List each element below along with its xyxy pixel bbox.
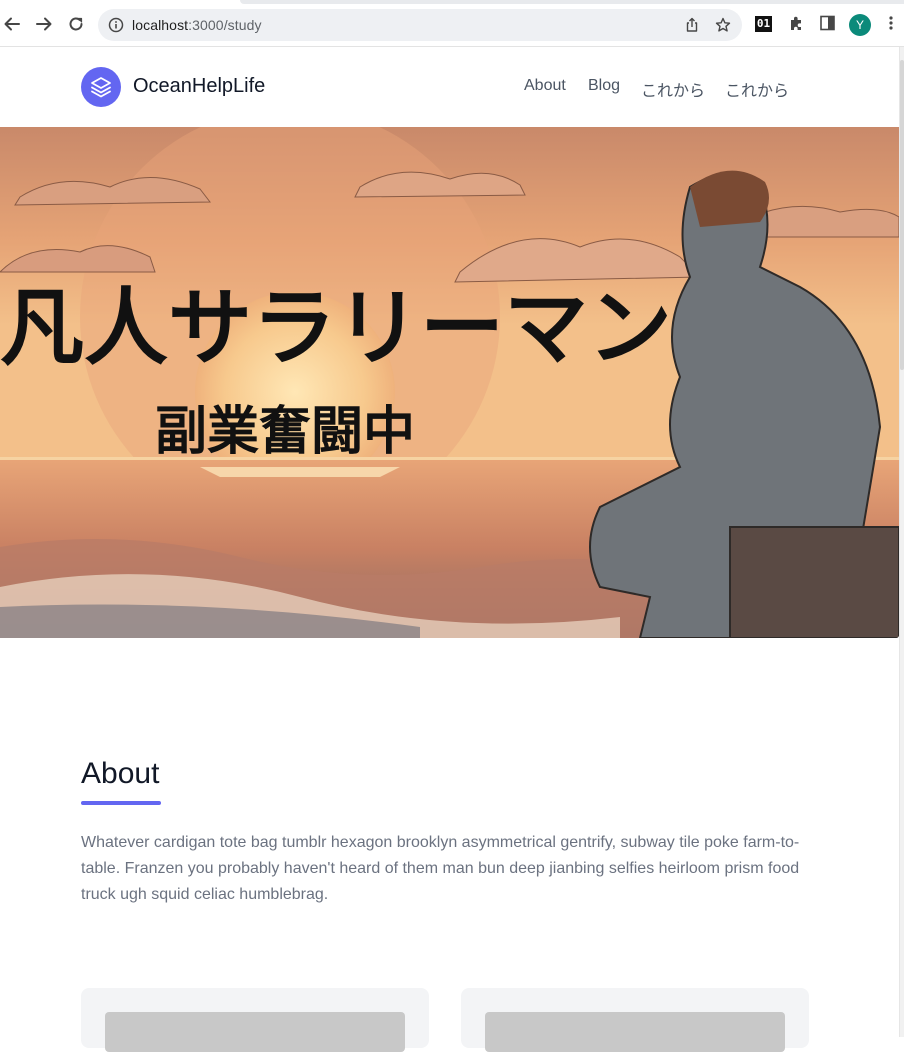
page: OceanHelpLife About Blog これから これから 凡人サラリ… <box>0 47 899 1052</box>
content-card[interactable] <box>81 988 429 1052</box>
address-bar[interactable]: localhost:3000/study <box>98 9 742 41</box>
profile-avatar[interactable]: Y <box>849 14 871 36</box>
nav-about[interactable]: About <box>524 77 566 95</box>
about-heading: About <box>81 757 160 790</box>
heading-underline <box>81 801 161 805</box>
back-icon[interactable] <box>1 13 23 35</box>
url-host: localhost <box>132 17 189 33</box>
site-info-icon[interactable] <box>108 17 124 33</box>
side-panel-icon[interactable] <box>820 15 835 31</box>
url-text[interactable]: localhost:3000/study <box>132 17 262 33</box>
hero-subheadline: 副業奮闘中 <box>155 402 415 462</box>
brand-name[interactable]: OceanHelpLife <box>133 75 265 98</box>
share-icon[interactable] <box>684 17 700 33</box>
about-paragraph: Whatever cardigan tote bag tumblr hexago… <box>81 834 800 903</box>
url-path: :3000/study <box>188 17 262 33</box>
card-image-placeholder <box>105 1012 405 1052</box>
tab-strip <box>240 0 904 4</box>
hero-illustration: 凡人サラリーマン 副業奮闘中 <box>0 127 899 638</box>
hero-banner: 凡人サラリーマン 副業奮闘中 <box>0 127 899 638</box>
hero-headline: 凡人サラリーマン <box>0 279 672 377</box>
content-card[interactable] <box>461 988 809 1052</box>
reload-icon[interactable] <box>65 13 87 35</box>
card-image-placeholder <box>485 1012 785 1052</box>
forward-icon[interactable] <box>33 13 55 35</box>
scrollbar-thumb[interactable] <box>900 60 904 370</box>
extensions-puzzle-icon[interactable] <box>788 15 805 32</box>
bookmark-star-icon[interactable] <box>715 17 731 33</box>
nav-blog[interactable]: Blog <box>588 77 620 95</box>
menu-kebab-icon[interactable] <box>888 15 894 31</box>
site-header: OceanHelpLife About Blog これから これから <box>0 47 899 127</box>
extension-01-icon[interactable]: 01 <box>755 16 772 32</box>
logo-layers-icon[interactable] <box>81 67 121 107</box>
nav-coming-soon-1[interactable]: これから <box>641 77 705 101</box>
nav-coming-soon-2[interactable]: これから <box>725 77 789 101</box>
browser-toolbar: localhost:3000/study 01 Y <box>0 0 904 47</box>
